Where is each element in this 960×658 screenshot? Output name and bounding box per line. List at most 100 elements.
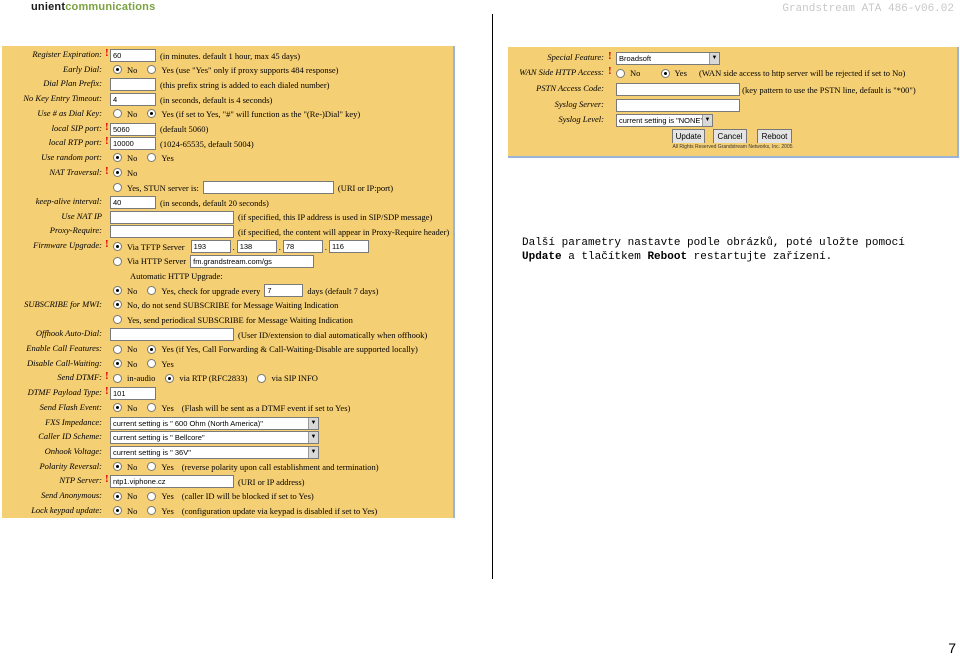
option-label: Yes [161, 505, 174, 516]
form-row: Send Anonymous: No Yes (caller ID will be b… [2, 490, 453, 505]
option-radio[interactable] [113, 359, 122, 369]
text-input[interactable] [110, 225, 234, 239]
dropdown-select[interactable]: current setting is " Bellcore" ▼ [110, 431, 319, 445]
option-radio[interactable] [165, 373, 175, 383]
option-label: Yes [161, 358, 174, 369]
label-cell: SUBSCRIBE for MWI: [2, 299, 102, 314]
syslog-level-select[interactable]: current setting is "NONE" ▼ [616, 114, 713, 127]
option-radio[interactable] [147, 65, 157, 75]
field-label: Disable Call-Waiting: [26, 357, 102, 368]
option-radio[interactable] [113, 242, 122, 252]
special-feature-select[interactable]: Broadsoft ▼ [616, 52, 720, 65]
control-cell: No, do not send SUBSCRIBE for Message Wa… [110, 299, 338, 314]
syslog-server-input[interactable] [616, 99, 740, 112]
control-cell: in-audio via RTP (RFC2833) via SIP INFO [110, 372, 318, 387]
option-radio[interactable] [147, 403, 157, 413]
text-input[interactable]: 101 [110, 387, 156, 401]
update-button[interactable]: Update [672, 129, 705, 144]
label-cell: DTMF Payload Type: [2, 387, 102, 402]
dropdown-select[interactable]: current setting is " 600 Ohm (North Amer… [110, 416, 319, 430]
text-input[interactable]: 60 [110, 49, 156, 62]
field-label: Proxy-Require: [49, 225, 102, 236]
reboot-button[interactable]: Reboot [757, 129, 792, 144]
option-radio[interactable] [113, 300, 122, 310]
column-divider [492, 14, 493, 579]
option-radio[interactable] [147, 462, 157, 472]
text-input[interactable]: ntp1.viphone.cz [110, 475, 234, 489]
control-cell: No [110, 167, 137, 182]
option-radio[interactable] [113, 315, 122, 325]
text-input[interactable] [110, 210, 234, 224]
control-cell: No Yes (Flash will be sent as a DTMF event… [110, 402, 350, 417]
option-radio[interactable] [147, 153, 157, 163]
ip-octet-input[interactable]: 78 [282, 240, 323, 254]
chevron-down-icon: ▼ [308, 417, 318, 429]
form-row: DTMF Payload Type:! 101 [2, 385, 453, 402]
field-label: Special Feature: [547, 52, 604, 62]
label-cell: Polarity Reversal: [2, 461, 102, 476]
option-radio[interactable] [113, 65, 122, 75]
option-radio[interactable] [113, 462, 122, 472]
form-row: local SIP port:! 5060 (default 5060) [2, 121, 453, 138]
option-radio[interactable] [113, 153, 122, 163]
ip-octet-input[interactable]: 116 [328, 240, 369, 254]
text-input[interactable]: 4 [110, 93, 156, 107]
ip-octet-input[interactable]: 193 [190, 240, 231, 254]
text-input[interactable]: 7 [264, 284, 304, 298]
text-input[interactable]: 5060 [110, 122, 156, 136]
label-cell: Caller ID Scheme: [2, 431, 102, 446]
chevron-down-icon: ▼ [308, 446, 318, 458]
option-radio[interactable] [113, 344, 122, 354]
option-label: No [127, 64, 138, 75]
note-line: restartujte zařízení. [687, 251, 833, 263]
option-radio[interactable] [147, 286, 157, 296]
required-marker: ! [105, 370, 109, 383]
label-cell: keep-alive interval: [2, 196, 102, 211]
syslog-server-row: Syslog Server: [508, 99, 957, 114]
pstn-code-input[interactable] [616, 83, 740, 96]
option-radio[interactable] [113, 109, 122, 119]
dropdown-select[interactable]: current setting is " 36V" ▼ [110, 445, 319, 459]
option-radio[interactable] [147, 491, 157, 501]
option-label: Yes, check for upgrade every [161, 285, 261, 296]
option-label: via SIP INFO [271, 373, 318, 384]
option-radio[interactable] [113, 403, 122, 413]
form-row: FXS Impedance: current setting is " 600 O… [2, 416, 453, 432]
option-radio[interactable] [113, 506, 122, 516]
option-radio[interactable] [257, 373, 267, 383]
form-row: SUBSCRIBE for MWI: No, do not send SUBSCR… [2, 299, 453, 314]
text-input[interactable]: 40 [110, 196, 156, 209]
wan-yes-radio[interactable] [660, 68, 670, 78]
field-label: Register Expiration: [32, 49, 102, 59]
select-value: current setting is " Bellcore" [113, 433, 205, 443]
form-row: Register Expiration:! 60 (in minutes. defa… [2, 47, 453, 64]
option-radio[interactable] [147, 344, 157, 354]
wan-no-radio[interactable] [616, 68, 625, 78]
cancel-button[interactable]: Cancel [713, 129, 747, 144]
control-cell: ntp1.viphone.cz (URI or IP address) [110, 475, 305, 490]
text-input[interactable] [110, 78, 156, 92]
text-input[interactable]: 10000 [110, 137, 156, 151]
text-input[interactable]: fm.grandstream.com/gs [190, 254, 315, 268]
option-label: No [127, 461, 138, 472]
field-label: Polarity Reversal: [39, 460, 102, 471]
option-radio[interactable] [147, 109, 157, 119]
option-label: No [127, 344, 138, 355]
text-input[interactable] [110, 328, 234, 342]
option-radio[interactable] [113, 256, 122, 266]
option-radio[interactable] [147, 359, 157, 369]
text-input[interactable] [202, 181, 334, 195]
option-radio[interactable] [113, 168, 122, 178]
option-radio[interactable] [147, 506, 157, 516]
option-radio[interactable] [113, 373, 122, 383]
control-cell: 10000 (1024-65535, default 5004) [110, 137, 254, 152]
field-hint: (in minutes. default 1 hour, max 45 days… [160, 50, 301, 61]
option-radio[interactable] [113, 491, 122, 501]
option-radio[interactable] [113, 286, 122, 296]
control-cell: No Yes (if Yes, Call Forwarding & Call-Wa… [110, 343, 418, 358]
ip-octet-input[interactable]: 138 [236, 240, 277, 254]
form-row: Send DTMF:! in-audio via RTP (RFC2833) via … [2, 370, 453, 387]
option-label: No [127, 358, 138, 369]
option-label: No [127, 491, 138, 502]
option-radio[interactable] [113, 183, 122, 193]
